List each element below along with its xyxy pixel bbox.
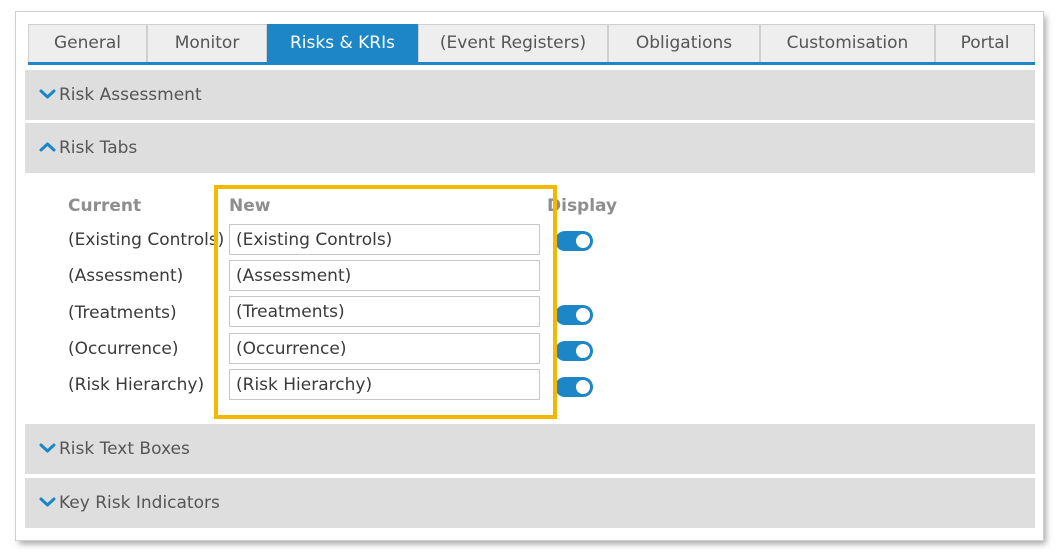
display-toggle[interactable]	[555, 231, 593, 251]
section-label: Key Risk Indicators	[59, 493, 220, 513]
new-tab-name-input[interactable]	[229, 369, 540, 400]
chevron-up-icon	[39, 142, 56, 151]
display-toggle[interactable]	[555, 341, 593, 361]
toggle-knob	[576, 308, 590, 322]
display-toggle[interactable]	[555, 377, 593, 397]
column-header-display: Display	[547, 196, 618, 216]
toggle-knob	[576, 380, 590, 394]
new-tab-name-input[interactable]	[229, 333, 540, 364]
current-tab-label: (Existing Controls)	[68, 230, 225, 250]
tab-obligations[interactable]: Obligations	[608, 24, 760, 62]
tab-customisation[interactable]: Customisation	[760, 24, 935, 62]
chevron-down-icon	[39, 443, 56, 452]
chevron-down-icon	[39, 89, 56, 98]
column-header-new: New	[229, 196, 271, 216]
current-tab-label: (Assessment)	[68, 266, 184, 286]
new-tab-name-input[interactable]	[229, 224, 540, 255]
tab-general[interactable]: General	[28, 24, 147, 62]
new-tab-name-input[interactable]	[229, 296, 540, 327]
section-label: Risk Tabs	[59, 138, 138, 158]
tab-bar: General Monitor Risks & KRIs (Event Regi…	[28, 24, 1035, 65]
section-label: Risk Assessment	[59, 85, 202, 105]
new-tab-name-input[interactable]	[229, 260, 540, 291]
column-header-current: Current	[68, 196, 142, 216]
section-key-risk-indicators[interactable]: Key Risk Indicators	[25, 478, 1035, 528]
toggle-knob	[576, 344, 590, 358]
toggle-knob	[576, 234, 590, 248]
settings-panel: General Monitor Risks & KRIs (Event Regi…	[16, 12, 1043, 540]
tab-portal[interactable]: Portal	[935, 24, 1035, 62]
chevron-down-icon	[39, 497, 56, 506]
display-toggle[interactable]	[555, 305, 593, 325]
section-risk-text-boxes[interactable]: Risk Text Boxes	[25, 424, 1035, 474]
tab-monitor[interactable]: Monitor	[147, 24, 267, 62]
section-risk-assessment[interactable]: Risk Assessment	[25, 70, 1035, 120]
tab-event-registers[interactable]: (Event Registers)	[418, 24, 608, 62]
current-tab-label: (Occurrence)	[68, 339, 179, 359]
tab-risks-kris[interactable]: Risks & KRIs	[267, 24, 418, 62]
current-tab-label: (Treatments)	[68, 303, 177, 323]
section-label: Risk Text Boxes	[59, 439, 190, 459]
section-risk-tabs[interactable]: Risk Tabs	[25, 123, 1035, 173]
current-tab-label: (Risk Hierarchy)	[68, 375, 205, 395]
